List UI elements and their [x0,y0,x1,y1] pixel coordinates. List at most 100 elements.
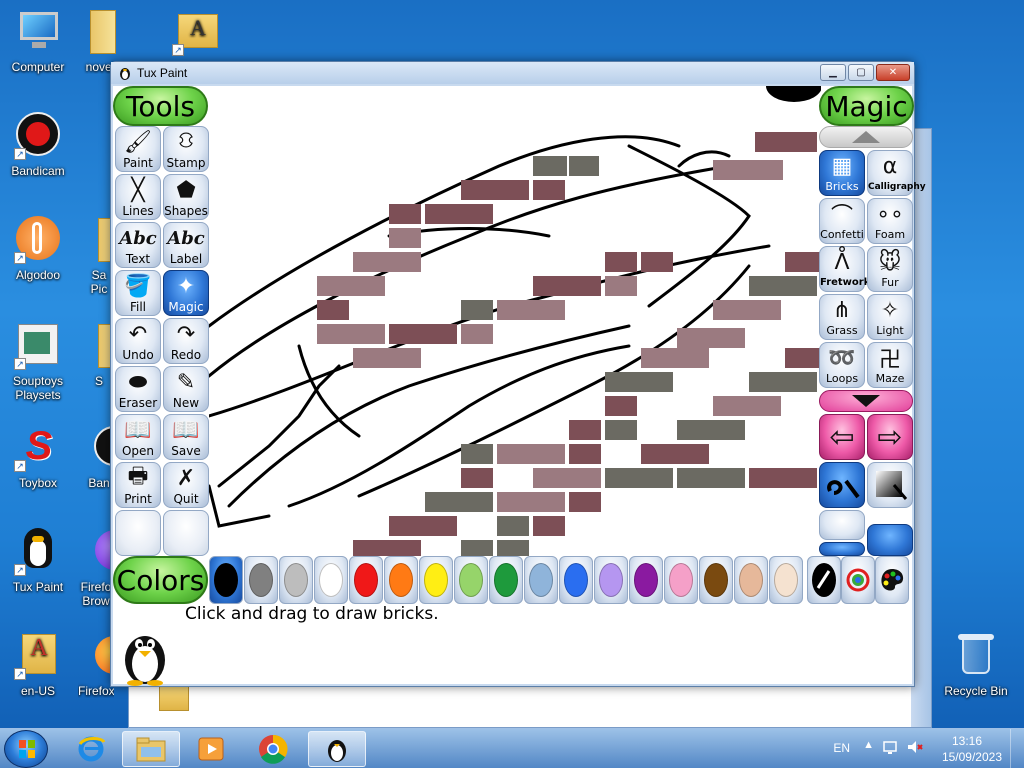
magic-fur-button[interactable]: 🐭 Fur [867,246,913,292]
tool-shapes-button[interactable]: ⬟ Shapes [163,174,209,220]
magic-fretwork-button[interactable]: ᐰ Fretwork [819,246,870,292]
taskbar-media-player-button[interactable] [182,731,240,767]
brick [461,300,493,320]
brick [461,324,493,344]
desktop-icon-firefox-browser[interactable]: Firefo Brow [78,528,114,608]
magic-loops-button[interactable]: ➿ Loops [819,342,865,388]
color-light-green[interactable] [454,556,488,604]
start-button[interactable] [4,730,48,768]
minimize-button[interactable]: ▁ [820,64,846,81]
magic-foam-button[interactable]: ∘∘ Foam [867,198,913,244]
color-yellow[interactable] [419,556,453,604]
tux-app-icon [117,65,133,81]
tool-empty-slot [115,510,161,556]
magic-grass-button[interactable]: ⋔ Grass [819,294,865,340]
tool-eraser-button[interactable]: ⬬ Eraser [115,366,161,412]
tool-text-button[interactable]: Abc Text [115,222,161,268]
color-purple[interactable] [629,556,663,604]
color-brown[interactable] [699,556,733,604]
desktop-icon-souptoys[interactable]: ↗ Souptoys Playsets [0,322,76,402]
desktop-icon-toybox[interactable]: S ↗ Toybox [0,424,76,490]
color-lavender[interactable] [594,556,628,604]
tool-fill-button[interactable]: 🪣 Fill [115,270,161,316]
color-beige[interactable] [769,556,803,604]
tool-open-button[interactable]: 📖 Open [115,414,161,460]
font-folder-icon: A ↗ [172,8,220,56]
color-wheel-button[interactable] [841,556,875,604]
color-sky-blue[interactable] [524,556,558,604]
color-blue[interactable] [559,556,593,604]
magic-light-button[interactable]: ✧ Light [867,294,913,340]
magic-size-button[interactable] [867,524,913,556]
tool-magic-button[interactable]: ✦ Magic [163,270,209,316]
desktop-icon-font-shortcut[interactable]: A ↗ [158,8,234,60]
color-tan[interactable] [734,556,768,604]
desktop-icon-en-us[interactable]: A ↗ en-US [0,632,76,698]
magic-mode-paint-button[interactable] [819,462,865,508]
desktop-icon-recycle-bin[interactable]: Recycle Bin [936,632,1016,698]
show-desktop-button[interactable] [1010,729,1024,768]
taskbar-chrome-button[interactable] [244,731,302,767]
magic-mode-fullscreen-button[interactable] [867,462,913,508]
magic-size-small-button[interactable] [819,542,865,556]
clock-time[interactable]: 13:16 [952,734,982,748]
tool-save-button[interactable]: 📖 Save [163,414,209,460]
color-blob [284,563,308,597]
magic-maze-button[interactable]: 卍 Maze [867,342,913,388]
close-button[interactable]: ✕ [876,64,910,81]
status-message: Click and drag to draw bricks. [185,604,439,624]
magic-confetti-button[interactable]: ⌒ Confetti [819,198,865,244]
tool-label-button[interactable]: Abc Label [163,222,209,268]
desktop-icon-tux-paint[interactable]: ↗ Tux Paint [0,528,76,594]
tool-redo-button[interactable]: ↷ Redo [163,318,209,364]
magic-label: Maze [875,372,905,385]
tool-lines-button[interactable]: ╳ Lines [115,174,161,220]
color-blob [529,563,553,597]
title-bar[interactable]: Tux Paint ▁ ▢ ✕ [111,62,914,84]
magic-next-button[interactable]: ⇨ [867,414,913,460]
network-icon[interactable] [882,738,900,759]
text-icon: Abc [119,227,157,249]
taskbar-tux-paint-button[interactable] [308,731,366,767]
tool-new-button[interactable]: ✎ New [163,366,209,412]
color-black[interactable] [209,556,243,604]
maximize-button[interactable]: ▢ [848,64,874,81]
desktop-icon-firefox[interactable]: Firefox [78,632,114,698]
brick [785,252,821,272]
tray-arrow-icon[interactable]: ▲ [863,739,874,751]
magic-prev-button[interactable]: ⇦ [819,414,865,460]
tool-print-button[interactable]: 🖶 Print [115,462,161,508]
internet-explorer-icon [78,736,106,762]
magic-bricks-button[interactable]: ▦ Bricks [819,150,865,196]
magic-calligraphy-button[interactable]: α Calligraphy [867,150,926,196]
color-mixer-button[interactable] [875,556,909,604]
tool-paint-button[interactable]: 🖌 Paint [115,126,161,172]
color-blob [494,563,518,597]
clock-date[interactable]: 15/09/2023 [942,750,1002,764]
tool-stamp-button[interactable]: ⛻ Stamp [163,126,209,172]
color-red[interactable] [349,556,383,604]
color-picker-button[interactable] [807,556,841,604]
taskbar-ie-button[interactable] [62,731,120,767]
brick [641,444,709,464]
color-dark-gray[interactable] [244,556,278,604]
tool-undo-button[interactable]: ↶ Undo [115,318,161,364]
desktop-icon-bandicam[interactable]: ↗ Bandicam [0,112,76,178]
desktop-icon-computer[interactable]: Computer [0,8,76,74]
tux-paint-window[interactable]: Tux Paint ▁ ▢ ✕ Tools 🖌 Paint ⛻ Stamp ╳ Lines… [110,61,926,687]
color-white[interactable] [314,556,348,604]
light-icon: ✧ [880,297,900,323]
color-light-gray[interactable] [279,556,313,604]
color-orange[interactable] [384,556,418,604]
desktop-icon-algodoo[interactable]: ↗ Algodoo [0,216,76,282]
drawing-canvas[interactable] [209,86,821,556]
language-indicator[interactable]: EN [833,741,850,755]
magic-scroll-up-button[interactable] [819,126,913,148]
chrome-icon [259,734,288,764]
magic-scroll-down-button[interactable] [819,390,913,412]
tool-quit-button[interactable]: ✗ Quit [163,462,209,508]
color-green[interactable] [489,556,523,604]
taskbar-explorer-button[interactable] [122,731,180,767]
volume-muted-icon[interactable] [906,738,924,759]
color-pink[interactable] [664,556,698,604]
